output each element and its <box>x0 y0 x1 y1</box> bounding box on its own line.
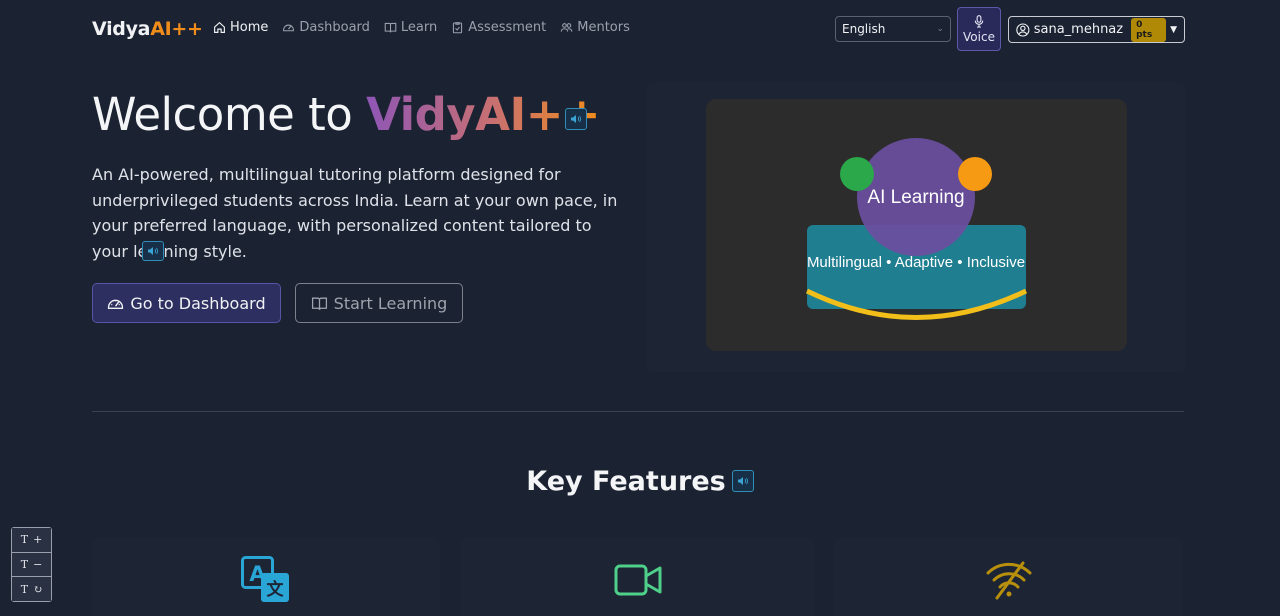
nav-item-label: Home <box>230 20 269 35</box>
feature-card-offline <box>834 538 1183 616</box>
speedometer-icon <box>283 24 295 32</box>
speak-description-button[interactable] <box>142 241 164 261</box>
start-learning-button[interactable]: Start Learning <box>295 283 463 323</box>
nav-item-label: Learn <box>400 20 438 35</box>
plus-icon: + <box>33 533 43 547</box>
brand-part1: Vidya <box>92 18 151 40</box>
section-divider <box>92 411 1184 412</box>
feature-card-multilingual: A 文 <box>92 538 440 616</box>
ai-learning-illustration: AI Learning Multilingual • Adaptive • In… <box>805 138 1028 320</box>
decrease-font-button[interactable]: T − <box>12 552 51 578</box>
font-icon: T <box>20 558 29 571</box>
username: sana_mehnaz <box>1033 22 1124 37</box>
hero-title-prefix: Welcome to <box>92 88 367 141</box>
nav-item-learn[interactable]: Learn <box>384 20 437 35</box>
brand-logo[interactable]: VidyaAI++ <box>92 18 203 40</box>
language-select-value: English <box>842 22 886 36</box>
voice-label: Voice <box>963 29 995 44</box>
people-icon <box>560 23 573 32</box>
home-icon <box>214 21 225 33</box>
translate-icon: A 文 <box>241 556 289 602</box>
nav-item-home[interactable]: Home <box>213 20 268 35</box>
reset-icon: ↻ <box>33 582 43 596</box>
speak-features-button[interactable] <box>731 469 754 492</box>
user-circle-icon <box>1016 22 1030 37</box>
go-to-dashboard-button[interactable]: Go to Dashboard <box>92 283 281 323</box>
volume-icon <box>571 115 581 123</box>
voice-button[interactable]: Voice <box>957 7 1001 51</box>
nav-item-label: Mentors <box>577 20 630 35</box>
nav-item-label: Dashboard <box>299 20 370 35</box>
nav-item-mentors[interactable]: Mentors <box>560 20 630 35</box>
hero-illustration: AI Learning Multilingual • Adaptive • In… <box>706 99 1127 351</box>
book-icon <box>384 22 397 33</box>
nav-links: Home Dashboard Learn Assessment Mentors <box>213 20 644 35</box>
font-size-controls: T + T − T ↻ <box>11 527 52 602</box>
illustration-title: AI Learning <box>867 187 964 208</box>
feature-card-video <box>461 538 814 616</box>
book-icon <box>311 297 327 310</box>
reset-font-button[interactable]: T ↻ <box>12 577 51 602</box>
minus-icon: − <box>33 558 43 571</box>
illustration-subtitle: Multilingual • Adaptive • Inclusive <box>807 254 1025 271</box>
font-icon: T <box>20 533 29 547</box>
svg-text:文: 文 <box>267 579 285 600</box>
illustration-orange-circle <box>958 157 992 191</box>
start-learning-label: Start Learning <box>333 293 448 313</box>
illustration-green-circle <box>840 157 874 191</box>
nav-item-assessment[interactable]: Assessment <box>451 20 546 35</box>
volume-icon <box>737 476 748 485</box>
hero-description: An AI-powered, multilingual tutoring pla… <box>92 165 618 261</box>
brand-part2: AI++ <box>150 18 203 40</box>
user-menu-button[interactable]: sana_mehnaz 0 pts ▼ <box>1008 16 1185 43</box>
camera-video-icon <box>614 564 661 596</box>
speedometer-icon <box>108 299 124 309</box>
speak-title-button[interactable] <box>565 108 587 130</box>
language-select[interactable]: English ⌄ <box>835 16 951 42</box>
volume-icon <box>148 247 158 255</box>
clipboard-check-icon <box>453 22 463 34</box>
nav-item-label: Assessment <box>468 20 547 35</box>
hero-title: Welcome to VidyAI++ <box>92 88 601 141</box>
caret-down-icon: ▼ <box>1170 24 1177 35</box>
font-icon: T <box>20 582 29 596</box>
navbar: VidyaAI++ Home Dashboard Learn Assessmen… <box>0 0 1280 60</box>
go-to-dashboard-label: Go to Dashboard <box>130 293 266 313</box>
nav-item-dashboard[interactable]: Dashboard <box>282 20 370 35</box>
points-badge: 0 pts <box>1131 17 1167 42</box>
microphone-icon <box>974 14 984 28</box>
wifi-off-icon <box>986 561 1031 600</box>
key-features-title: Key Features <box>0 466 1280 497</box>
increase-font-button[interactable]: T + <box>12 528 51 553</box>
chevron-down-icon: ⌄ <box>936 24 944 34</box>
key-features-label: Key Features <box>526 466 726 497</box>
